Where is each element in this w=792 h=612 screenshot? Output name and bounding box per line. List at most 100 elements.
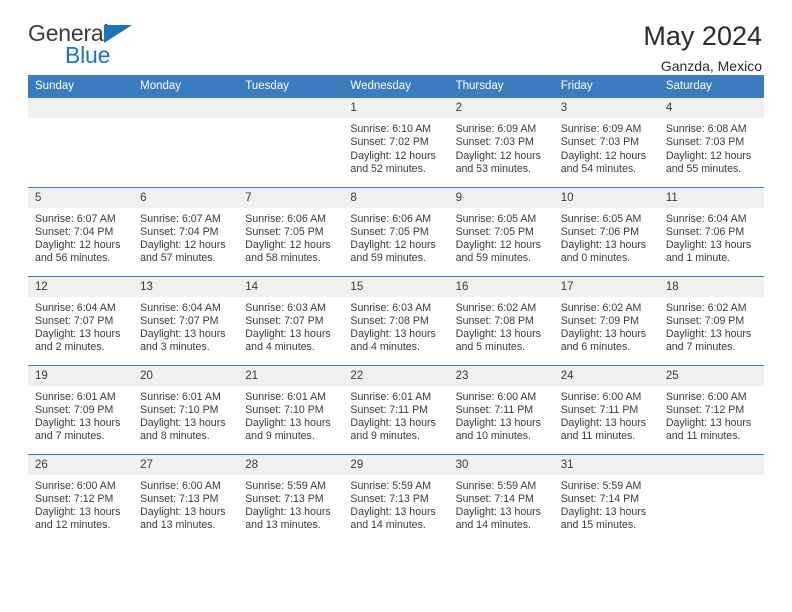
day-details: Sunrise: 6:02 AM Sunset: 7:08 PM Daylight:…	[449, 297, 554, 355]
calendar-day-cell[interactable]: 10 Sunrise: 6:05 AM Sunset: 7:06 PM Dayligh…	[553, 186, 659, 276]
calendar-day-cell[interactable]: 18 Sunrise: 6:02 AM Sunset: 7:09 PM Dayligh…	[658, 275, 764, 365]
daylight-text: Daylight: 13 hours and 14 minutes.	[455, 506, 541, 532]
calendar-day-cell[interactable]: 3 Sunrise: 6:09 AM Sunset: 7:03 PM Daylight…	[553, 98, 659, 187]
weekday-header-friday: Friday	[553, 75, 659, 98]
calendar-day-cell[interactable]: 31 Sunrise: 5:59 AM Sunset: 7:14 PM Dayligh…	[553, 453, 659, 543]
calendar-cell-empty	[238, 98, 344, 187]
calendar-day-cell[interactable]: 17 Sunrise: 6:02 AM Sunset: 7:09 PM Dayligh…	[553, 275, 659, 365]
calendar-cell-empty	[658, 453, 764, 543]
weekday-header-monday: Monday	[133, 75, 239, 98]
sunrise-text: Sunrise: 6:06 AM	[245, 212, 326, 225]
sunset-text: Sunset: 7:10 PM	[140, 403, 219, 416]
day-details: Sunrise: 6:05 AM Sunset: 7:06 PM Daylight:…	[554, 208, 659, 266]
daylight-text: Daylight: 13 hours and 7 minutes.	[665, 328, 752, 354]
calendar-day-cell[interactable]: 6 Sunrise: 6:07 AM Sunset: 7:04 PM Daylight…	[133, 186, 239, 276]
day-number: 31	[553, 454, 659, 475]
calendar-day-cell[interactable]: 27 Sunrise: 6:00 AM Sunset: 7:13 PM Dayligh…	[133, 453, 239, 543]
day-number: 25	[658, 365, 764, 386]
day-details: Sunrise: 6:00 AM Sunset: 7:12 PM Daylight:…	[28, 475, 133, 533]
day-details: Sunrise: 5:59 AM Sunset: 7:14 PM Daylight:…	[554, 475, 659, 533]
calendar-day-cell[interactable]: 29 Sunrise: 5:59 AM Sunset: 7:13 PM Dayligh…	[343, 453, 449, 543]
calendar-day-cell[interactable]: 14 Sunrise: 6:03 AM Sunset: 7:07 PM Dayligh…	[238, 275, 344, 365]
day-details: Sunrise: 6:04 AM Sunset: 7:07 PM Daylight:…	[133, 297, 238, 355]
daylight-text: Daylight: 13 hours and 5 minutes.	[455, 328, 541, 354]
day-details: Sunrise: 6:05 AM Sunset: 7:05 PM Daylight:…	[449, 208, 554, 266]
calendar-day-cell[interactable]: 16 Sunrise: 6:02 AM Sunset: 7:08 PM Dayligh…	[448, 275, 554, 365]
calendar-cell-empty	[28, 98, 134, 187]
day-details: Sunrise: 6:09 AM Sunset: 7:03 PM Daylight:…	[554, 118, 659, 176]
calendar-day-cell[interactable]: 4 Sunrise: 6:08 AM Sunset: 7:03 PM Daylight…	[658, 98, 764, 187]
daylight-text: Daylight: 13 hours and 8 minutes.	[140, 417, 226, 443]
sunset-text: Sunset: 7:06 PM	[560, 225, 640, 238]
calendar-day-cell[interactable]: 30 Sunrise: 5:59 AM Sunset: 7:14 PM Dayligh…	[448, 453, 554, 543]
sunrise-text: Sunrise: 5:59 AM	[455, 479, 537, 492]
sunrise-text: Sunrise: 5:59 AM	[350, 479, 432, 492]
day-number: 8	[343, 187, 449, 208]
calendar-day-cell[interactable]: 15 Sunrise: 6:03 AM Sunset: 7:08 PM Dayligh…	[343, 275, 449, 365]
calendar-day-cell[interactable]: 2 Sunrise: 6:09 AM Sunset: 7:03 PM Daylight…	[448, 98, 554, 187]
sunset-text: Sunset: 7:13 PM	[350, 492, 429, 505]
day-details: Sunrise: 5:59 AM Sunset: 7:14 PM Daylight:…	[449, 475, 554, 533]
weekday-header-saturday: Saturday	[658, 75, 764, 98]
calendar-day-cell[interactable]: 5 Sunrise: 6:07 AM Sunset: 7:04 PM Daylight…	[28, 186, 134, 276]
day-number: 1	[343, 98, 449, 118]
day-number	[238, 98, 344, 118]
sunrise-text: Sunrise: 6:04 AM	[140, 301, 221, 314]
daylight-text: Daylight: 13 hours and 1 minute.	[665, 239, 752, 265]
day-details: Sunrise: 6:00 AM Sunset: 7:12 PM Daylight:…	[659, 386, 764, 444]
day-number: 28	[238, 454, 344, 475]
daylight-text: Daylight: 13 hours and 15 minutes.	[560, 506, 647, 532]
day-number: 23	[448, 365, 554, 386]
calendar-day-cell[interactable]: 26 Sunrise: 6:00 AM Sunset: 7:12 PM Dayligh…	[28, 453, 134, 543]
sunrise-text: Sunrise: 6:00 AM	[455, 390, 537, 403]
calendar-day-cell[interactable]: 28 Sunrise: 5:59 AM Sunset: 7:13 PM Dayligh…	[238, 453, 344, 543]
calendar-day-cell[interactable]: 8 Sunrise: 6:06 AM Sunset: 7:05 PM Daylight…	[343, 186, 449, 276]
calendar-day-cell[interactable]: 13 Sunrise: 6:04 AM Sunset: 7:07 PM Dayligh…	[133, 275, 239, 365]
calendar-day-cell[interactable]: 25 Sunrise: 6:00 AM Sunset: 7:12 PM Dayligh…	[658, 364, 764, 454]
day-details: Sunrise: 6:03 AM Sunset: 7:08 PM Daylight:…	[343, 297, 448, 355]
day-details: Sunrise: 6:03 AM Sunset: 7:07 PM Daylight:…	[238, 297, 343, 355]
weekday-header-tuesday: Tuesday	[238, 75, 344, 98]
calendar-day-cell[interactable]: 24 Sunrise: 6:00 AM Sunset: 7:11 PM Dayligh…	[553, 364, 659, 454]
sunset-text: Sunset: 7:14 PM	[560, 492, 640, 505]
day-details: Sunrise: 5:59 AM Sunset: 7:13 PM Daylight:…	[343, 475, 448, 533]
sunset-text: Sunset: 7:03 PM	[665, 136, 745, 149]
calendar-day-cell[interactable]: 22 Sunrise: 6:01 AM Sunset: 7:11 PM Dayligh…	[343, 364, 449, 454]
day-details: Sunrise: 6:01 AM Sunset: 7:09 PM Daylight:…	[28, 386, 133, 444]
sunrise-text: Sunrise: 5:59 AM	[245, 479, 326, 492]
day-number: 4	[658, 98, 764, 118]
day-number	[133, 98, 239, 118]
sunrise-text: Sunrise: 6:09 AM	[560, 123, 642, 135]
calendar-day-cell[interactable]: 21 Sunrise: 6:01 AM Sunset: 7:10 PM Dayligh…	[238, 364, 344, 454]
day-number: 13	[133, 276, 239, 297]
sunset-text: Sunset: 7:03 PM	[455, 136, 534, 149]
day-details: Sunrise: 6:08 AM Sunset: 7:03 PM Daylight:…	[659, 118, 764, 176]
calendar-day-cell[interactable]: 20 Sunrise: 6:01 AM Sunset: 7:10 PM Dayligh…	[133, 364, 239, 454]
calendar-day-cell[interactable]: 12 Sunrise: 6:04 AM Sunset: 7:07 PM Dayligh…	[28, 275, 134, 365]
calendar-body: 1 Sunrise: 6:10 AM Sunset: 7:02 PM Daylight…	[28, 98, 764, 543]
sunset-text: Sunset: 7:07 PM	[140, 314, 219, 327]
calendar-day-cell[interactable]: 19 Sunrise: 6:01 AM Sunset: 7:09 PM Dayligh…	[28, 364, 134, 454]
day-number: 3	[553, 98, 659, 118]
sunset-text: Sunset: 7:09 PM	[560, 314, 640, 327]
daylight-text: Daylight: 12 hours and 53 minutes.	[455, 149, 541, 175]
daylight-text: Daylight: 13 hours and 9 minutes.	[245, 417, 331, 443]
day-details: Sunrise: 5:59 AM Sunset: 7:13 PM Daylight:…	[238, 475, 343, 533]
daylight-text: Daylight: 13 hours and 4 minutes.	[350, 328, 436, 354]
calendar-day-cell[interactable]: 1 Sunrise: 6:10 AM Sunset: 7:02 PM Daylight…	[343, 98, 449, 187]
daylight-text: Daylight: 13 hours and 13 minutes.	[245, 506, 331, 532]
sunset-text: Sunset: 7:05 PM	[455, 225, 534, 238]
day-details: Sunrise: 6:10 AM Sunset: 7:02 PM Daylight:…	[343, 118, 448, 176]
day-number: 10	[553, 187, 659, 208]
day-details: Sunrise: 6:06 AM Sunset: 7:05 PM Daylight:…	[343, 208, 448, 266]
weekday-header-row: Sunday Monday Tuesday Wednesday Thursday…	[28, 75, 764, 98]
daylight-text: Daylight: 13 hours and 4 minutes.	[245, 328, 331, 354]
calendar-day-cell[interactable]: 11 Sunrise: 6:04 AM Sunset: 7:06 PM Dayligh…	[658, 186, 764, 276]
calendar-day-cell[interactable]: 23 Sunrise: 6:00 AM Sunset: 7:11 PM Dayligh…	[448, 364, 554, 454]
calendar-day-cell[interactable]: 7 Sunrise: 6:06 AM Sunset: 7:05 PM Daylight…	[238, 186, 344, 276]
sunrise-text: Sunrise: 6:00 AM	[140, 479, 221, 492]
day-number: 21	[238, 365, 344, 386]
calendar-day-cell[interactable]: 9 Sunrise: 6:05 AM Sunset: 7:05 PM Daylight…	[448, 186, 554, 276]
day-details: Sunrise: 6:00 AM Sunset: 7:11 PM Daylight:…	[554, 386, 659, 444]
day-number: 22	[343, 365, 449, 386]
